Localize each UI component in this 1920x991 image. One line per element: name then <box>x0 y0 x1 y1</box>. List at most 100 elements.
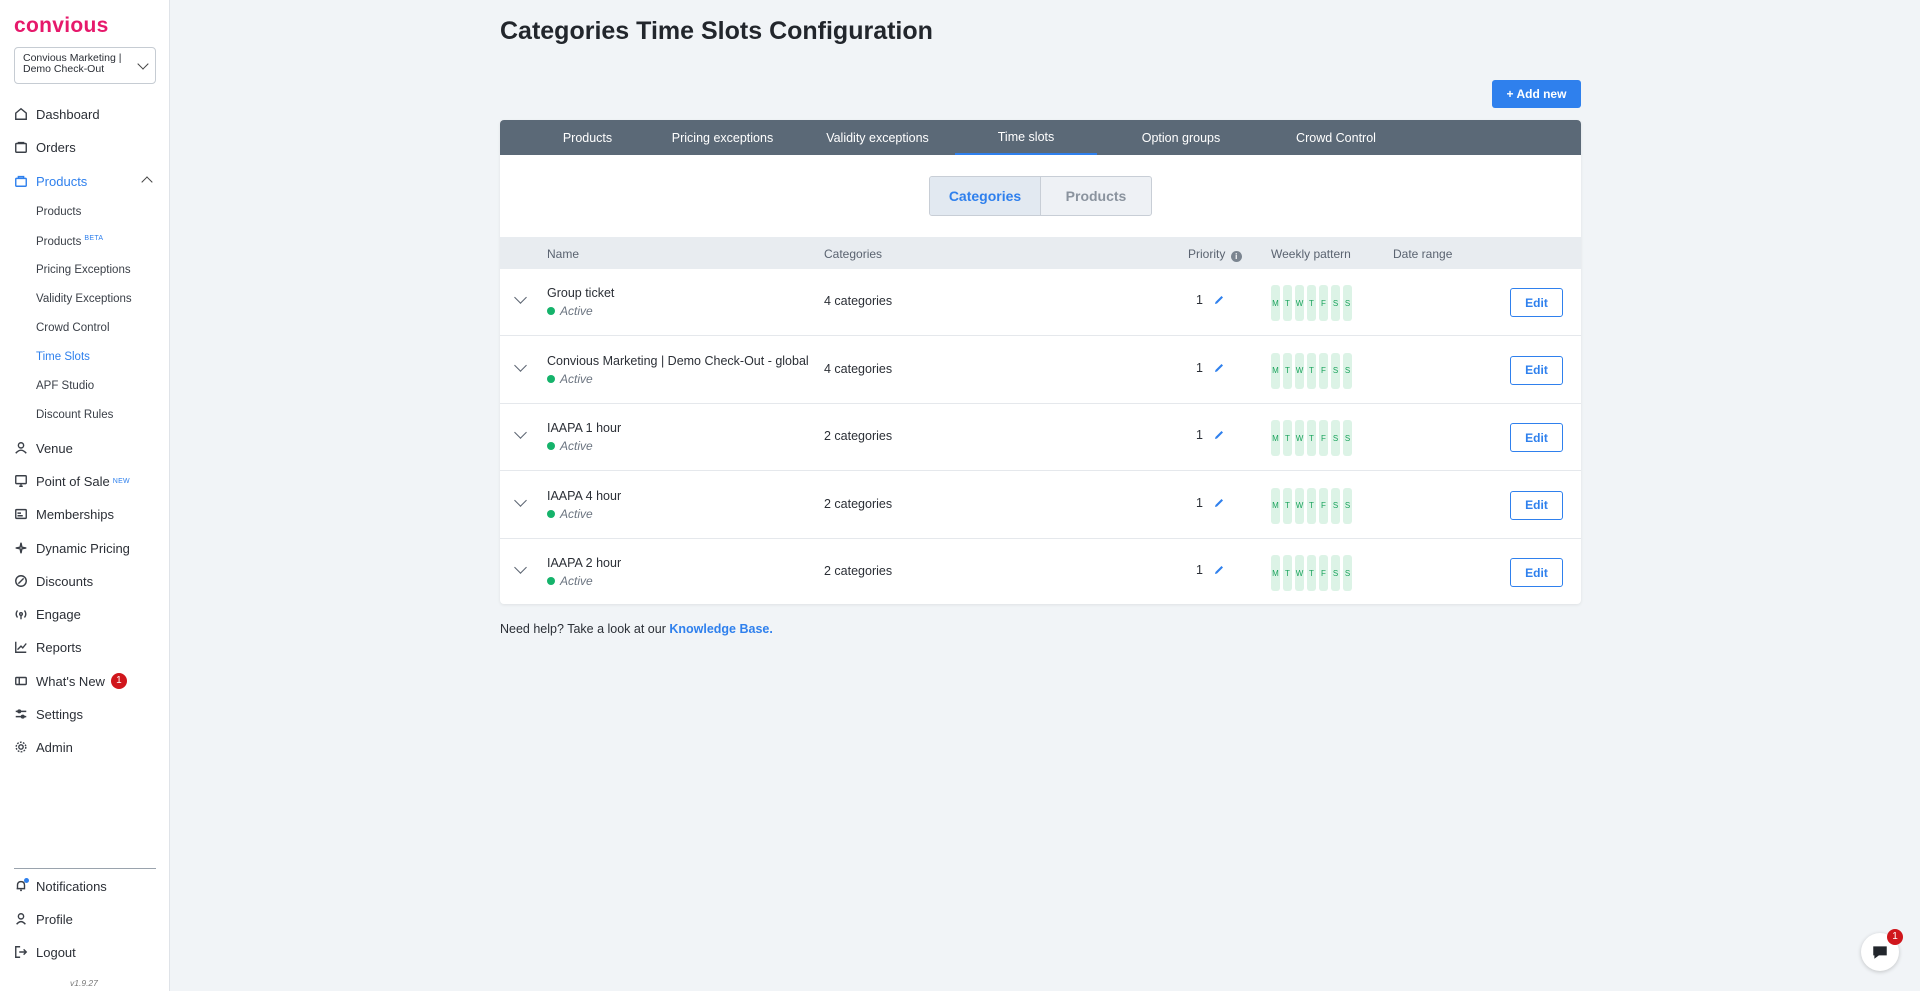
weekday-cell: M <box>1271 555 1280 591</box>
edit-button[interactable]: Edit <box>1510 288 1563 317</box>
weekday-cell: F <box>1319 352 1328 389</box>
sidebar-item-venue[interactable]: Venue <box>14 438 73 458</box>
toggle-products[interactable]: Products <box>1041 177 1151 215</box>
bell-icon <box>16 880 26 892</box>
weekday-cell: W <box>1295 285 1304 321</box>
weekday-cell: S <box>1331 285 1340 321</box>
sidebar-item-profile[interactable]: Profile <box>14 909 73 929</box>
subnav-crowd-control[interactable]: Crowd Control <box>36 322 110 334</box>
edit-button[interactable]: Edit <box>1510 490 1563 520</box>
row-categories: 4 categories <box>824 294 893 308</box>
subnav-label: Crowd Control <box>36 322 110 334</box>
tab-option-groups[interactable]: Option groups <box>1097 120 1265 155</box>
sidebar-item-admin[interactable]: Admin <box>14 737 73 757</box>
expand-chevron-icon[interactable] <box>514 426 527 439</box>
row-status: Active <box>547 507 593 521</box>
weekly-pattern: MTWTFSS <box>1271 285 1352 321</box>
chevron-down-icon <box>137 58 149 70</box>
weekday-cell: M <box>1271 352 1280 389</box>
row-priority: 1 <box>1196 428 1203 442</box>
sidebar-item-logout[interactable]: Logout <box>14 942 76 962</box>
info-icon[interactable]: i <box>1230 251 1242 262</box>
account-selector[interactable]: Convious Marketing | Demo Check-Out <box>14 47 156 84</box>
new-tag: NEW <box>112 477 130 485</box>
subnav-label: Time Slots <box>36 351 90 363</box>
sidebar-item-label: Memberships <box>36 506 115 522</box>
tab-validity-exceptions[interactable]: Validity exceptions <box>800 120 955 155</box>
subnav-apf-studio[interactable]: APF Studio <box>36 380 94 392</box>
sidebar-item-notifications[interactable]: Notifications <box>14 876 107 896</box>
sidebar-item-dynamic-pricing[interactable]: Dynamic Pricing <box>14 538 130 558</box>
sidebar-item-label: Profile <box>36 911 73 927</box>
header-priority[interactable]: Priority i <box>1188 247 1242 262</box>
weekday-cell: F <box>1319 285 1328 321</box>
subnav-label: Pricing Exceptions <box>36 264 131 276</box>
header-name[interactable]: Name <box>547 247 579 261</box>
status-dot-icon <box>547 442 555 450</box>
weekday-cell: T <box>1307 285 1316 321</box>
row-status: Active <box>547 304 593 318</box>
weekday-cell: T <box>1283 352 1292 389</box>
sidebar-item-engage[interactable]: Engage <box>14 604 81 624</box>
knowledge-base-link[interactable]: Knowledge Base. <box>669 622 773 636</box>
subnav-products[interactable]: Products <box>36 206 81 218</box>
weekday-cell: T <box>1307 487 1316 524</box>
subnav-pricing-exceptions[interactable]: Pricing Exceptions <box>36 264 131 276</box>
weekly-pattern: MTWTFSS <box>1271 555 1352 591</box>
tab-time-slots[interactable]: Time slots <box>955 120 1097 155</box>
weekly-pattern: MTWTFSS <box>1271 420 1352 456</box>
weekday-cell: W <box>1295 487 1304 524</box>
weekday-cell: S <box>1343 487 1352 524</box>
row-priority: 1 <box>1196 360 1203 375</box>
row-status: Active <box>547 372 593 386</box>
expand-chevron-icon[interactable] <box>514 493 527 507</box>
bag-icon <box>15 141 27 153</box>
status-label: Active <box>560 574 593 588</box>
convious-logo[interactable]: convious <box>14 14 109 38</box>
edit-button[interactable]: Edit <box>1510 423 1563 452</box>
expand-chevron-icon[interactable] <box>514 561 527 574</box>
pencil-icon[interactable] <box>1213 429 1225 441</box>
chevron-up-icon[interactable] <box>141 176 153 188</box>
sidebar-item-point-of-sale[interactable]: Point of Sale NEW <box>14 471 130 491</box>
tab-crowd-control[interactable]: Crowd Control <box>1265 120 1407 155</box>
subnav-products-beta[interactable]: Products BETA <box>36 235 103 248</box>
pencil-icon[interactable] <box>1213 497 1225 509</box>
expand-chevron-icon[interactable] <box>514 291 527 304</box>
header-categories[interactable]: Categories <box>824 247 882 261</box>
sidebar-item-label: Point of Sale <box>36 473 110 489</box>
weekday-cell: S <box>1343 420 1352 456</box>
sidebar-item-settings[interactable]: Settings <box>14 704 83 724</box>
sidebar-item-orders[interactable]: Orders <box>14 137 76 157</box>
expand-chevron-icon[interactable] <box>514 358 527 372</box>
row-name: IAAPA 2 hour <box>547 556 622 570</box>
edit-button[interactable]: Edit <box>1510 355 1563 385</box>
weekly-pattern: MTWTFSS <box>1271 352 1352 389</box>
add-new-button[interactable]: + Add new <box>1492 80 1581 108</box>
sidebar-item-discounts[interactable]: Discounts <box>14 571 93 591</box>
sidebar-item-label: Venue <box>36 440 73 456</box>
toggle-categories[interactable]: Categories <box>930 177 1041 215</box>
sidebar-item-reports[interactable]: Reports <box>14 637 82 657</box>
row-priority: 1 <box>1196 293 1203 307</box>
sidebar-item-whats-new[interactable]: What's New 1 <box>14 671 127 691</box>
sidebar-item-label: What's New <box>36 673 105 689</box>
sidebar-item-memberships[interactable]: Memberships <box>14 504 114 524</box>
sidebar-item-dashboard[interactable]: Dashboard <box>14 104 100 124</box>
pencil-icon[interactable] <box>1213 294 1225 306</box>
page-title: Categories Time Slots Configuration <box>500 17 933 45</box>
weekday-cell: S <box>1331 352 1340 389</box>
subnav-discount-rules[interactable]: Discount Rules <box>36 409 113 421</box>
edit-button[interactable]: Edit <box>1510 558 1563 587</box>
subnav-validity-exceptions[interactable]: Validity Exceptions <box>36 293 132 305</box>
sidebar-item-products[interactable]: Products <box>14 171 87 191</box>
pencil-icon[interactable] <box>1213 564 1225 576</box>
weekday-cell: S <box>1331 555 1340 591</box>
row-categories: 2 categories <box>824 564 893 578</box>
tab-products[interactable]: Products <box>530 120 645 155</box>
sidebar-divider <box>14 868 156 869</box>
broadcast-icon <box>15 610 27 620</box>
subnav-time-slots[interactable]: Time Slots <box>36 351 90 363</box>
pencil-icon[interactable] <box>1213 362 1225 374</box>
tab-pricing-exceptions[interactable]: Pricing exceptions <box>645 120 800 155</box>
